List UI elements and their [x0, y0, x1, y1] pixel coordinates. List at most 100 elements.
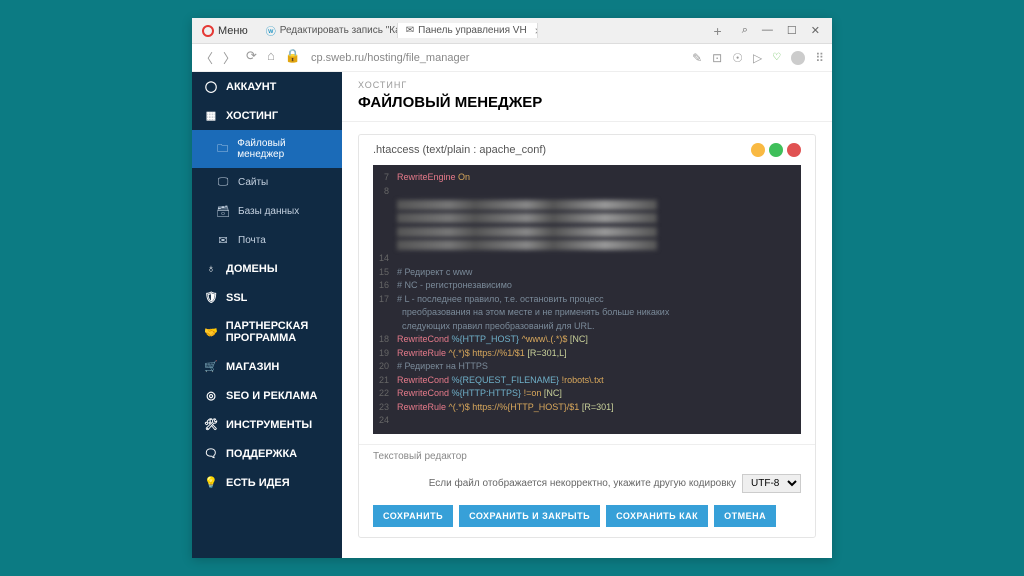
sidebar-item[interactable]: ▦ХОСТИНГ [192, 101, 342, 130]
back-icon[interactable]: 〈 [200, 48, 213, 67]
grid-icon: ▦ [204, 109, 218, 122]
sidebar-item-label: Почта [238, 235, 266, 246]
minimize-file-icon[interactable] [751, 143, 765, 157]
forward-icon[interactable]: 〉 [223, 48, 236, 67]
browser-tab[interactable]: ⓦРедактировать запись "Ка... [258, 23, 398, 38]
sidebar-item[interactable]: 🛡 SSL [192, 283, 342, 312]
opera-icon [202, 25, 214, 37]
bookmark-icon[interactable]: ☉ [732, 51, 743, 65]
code-line [373, 225, 801, 239]
globe-icon: ♁ [204, 263, 218, 275]
sidebar-item[interactable]: 🤝 ПАРТНЕРСКАЯ ПРОГРАММА [192, 312, 342, 352]
new-tab-button[interactable]: + [706, 23, 730, 39]
sidebar-item-label: SSL [226, 292, 247, 304]
mail-icon: ✉ [216, 234, 230, 247]
browser-window: Меню ⓦРедактировать запись "Ка...✉Панель… [192, 18, 832, 558]
page-title: ФАЙЛОВЫЙ МЕНЕДЖЕР [342, 92, 832, 122]
bulb-icon: 💡 [204, 476, 218, 489]
sidebar-item-label: Сайты [238, 177, 268, 188]
home-icon[interactable]: ⌂ [267, 48, 275, 67]
monitor-icon: 🖵 [216, 176, 230, 189]
minimize-icon[interactable]: — [762, 24, 773, 37]
capture-icon[interactable]: ⊡ [712, 51, 722, 65]
sidebar-item[interactable]: ◎ SEO И РЕКЛАМА [192, 381, 342, 410]
sidebar-item-label: ИНСТРУМЕНТЫ [226, 419, 312, 431]
add-file-icon[interactable] [769, 143, 783, 157]
tab-close-icon[interactable]: × [535, 24, 538, 38]
hands-icon: 🤝 [204, 326, 218, 339]
maximize-icon[interactable]: ☐ [787, 24, 797, 37]
nav-icons: 〈 〉 ⟳ ⌂ 🔒 [200, 48, 301, 67]
sidebar-item[interactable]: 🗨 ПОДДЕРЖКА [192, 439, 342, 468]
file-name: .htaccess (text/plain : apache_conf) [373, 144, 546, 156]
reload-icon[interactable]: ⟳ [246, 48, 257, 67]
sidebar-item[interactable]: 🛠 ИНСТРУМЕНТЫ [192, 410, 342, 439]
code-line: 16# NC - регистронезависимо [373, 279, 801, 293]
heart-icon[interactable]: ♡ [772, 52, 781, 63]
sidebar-item-label: ПОДДЕРЖКА [226, 448, 297, 460]
sidebar-item[interactable]: ◯ АККАУНТ [192, 72, 342, 101]
code-line: преобразования на этом месте и не примен… [373, 306, 801, 320]
code-line: 14 [373, 252, 801, 266]
save-as-button[interactable]: СОХРАНИТЬ КАК [606, 505, 708, 527]
search-icon[interactable]: ⌕ [742, 24, 748, 37]
button-row: СОХРАНИТЬ СОХРАНИТЬ И ЗАКРЫТЬ СОХРАНИТЬ … [359, 499, 815, 537]
cart-icon: 🛒 [204, 360, 218, 373]
code-line: 18RewriteCond %{HTTP_HOST} ^www\.(.*)$ [… [373, 333, 801, 347]
breadcrumb: ХОСТИНГ [342, 72, 832, 92]
code-line: 24 [373, 414, 801, 428]
close-icon[interactable]: ✕ [811, 24, 820, 37]
code-line: 7RewriteEngine On [373, 171, 801, 185]
encoding-select[interactable]: UTF-8 [742, 474, 801, 493]
url-field[interactable]: cp.sweb.ru/hosting/file_manager [311, 52, 682, 64]
browser-tab[interactable]: ✉Панель управления VH× [398, 23, 538, 38]
sidebar-item[interactable]: 🛒 МАГАЗИН [192, 352, 342, 381]
encoding-row: Если файл отображается некорректно, укаж… [359, 468, 815, 499]
section-label: Текстовый редактор [359, 444, 815, 468]
sidebar-item[interactable]: ♁ДОМЕНЫ [192, 255, 342, 283]
file-actions [751, 143, 801, 157]
code-line: 19RewriteRule ^(.*)$ https://%1/$1 [R=30… [373, 347, 801, 361]
edit-icon[interactable]: ✎ [692, 51, 702, 65]
titlebar: Меню ⓦРедактировать запись "Ка...✉Панель… [192, 18, 832, 44]
toolbar-icons: ✎ ⊡ ☉ ▷ ♡ ⠿ [692, 51, 824, 65]
sidebar-item-label: SEO И РЕКЛАМА [226, 390, 317, 402]
menu-label: Меню [218, 25, 248, 37]
code-line: 15# Редирект с www [373, 266, 801, 280]
sidebar-item-label: АККАУНТ [226, 81, 276, 93]
code-line [373, 239, 801, 253]
content: ХОСТИНГ ФАЙЛОВЫЙ МЕНЕДЖЕР .htaccess (tex… [342, 72, 832, 558]
code-line [373, 198, 801, 212]
wrench-icon: 🛠 [204, 418, 218, 431]
encoding-hint: Если файл отображается некорректно, укаж… [429, 478, 736, 489]
sidebar-item-label: Базы данных [238, 206, 299, 217]
settings-icon[interactable]: ⠿ [815, 51, 824, 65]
code-line: 22RewriteCond %{HTTP:HTTPS} !=on [NC] [373, 387, 801, 401]
code-line: 8 [373, 185, 801, 199]
code-line [373, 212, 801, 226]
code-line: 17# L - последнее правило, т.е. останови… [373, 293, 801, 307]
sidebar-item[interactable]: ✉ Почта [192, 226, 342, 255]
save-button[interactable]: СОХРАНИТЬ [373, 505, 453, 527]
sidebar-item[interactable]: 🗃 Базы данных [192, 197, 342, 226]
send-icon[interactable]: ▷ [753, 51, 762, 65]
code-line: 21RewriteCond %{REQUEST_FILENAME} !robot… [373, 374, 801, 388]
cancel-button[interactable]: ОТМЕНА [714, 505, 776, 527]
user-icon: ◯ [204, 80, 218, 93]
target-icon: ◎ [204, 389, 218, 402]
close-file-icon[interactable] [787, 143, 801, 157]
menu-button[interactable]: Меню [192, 25, 258, 37]
sidebar-item-label: ПАРТНЕРСКАЯ ПРОГРАММА [226, 320, 330, 344]
window-controls: ⌕ — ☐ ✕ [730, 24, 832, 37]
shield-icon: 🛡 [204, 291, 218, 304]
chat-icon: 🗨 [204, 447, 218, 460]
avatar[interactable] [791, 51, 805, 65]
code-line: 20# Редирект на HTTPS [373, 360, 801, 374]
db-icon: 🗃 [216, 205, 230, 218]
sidebar-item-label: МАГАЗИН [226, 361, 279, 373]
sidebar-item[interactable]: 💡ЕСТЬ ИДЕЯ [192, 468, 342, 497]
code-editor[interactable]: 7RewriteEngine On8 1415# Редирект с www16… [373, 165, 801, 434]
save-close-button[interactable]: СОХРАНИТЬ И ЗАКРЫТЬ [459, 505, 600, 527]
sidebar-item[interactable]: 🖵 Сайты [192, 168, 342, 197]
sidebar-item[interactable]: 🗀Файловый менеджер [192, 130, 342, 168]
